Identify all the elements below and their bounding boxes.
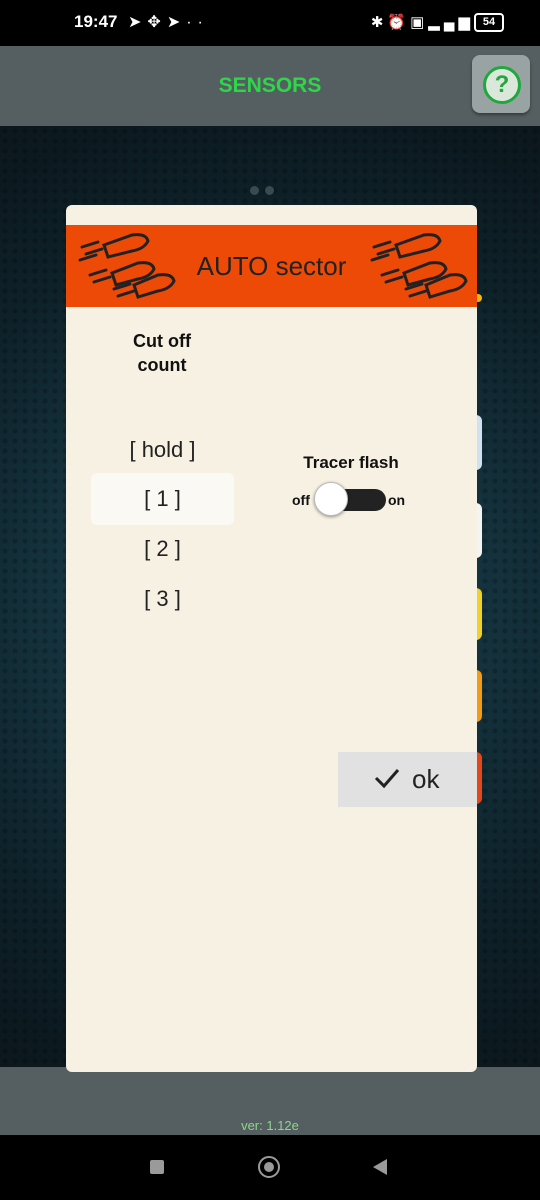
- ok-label: ok: [412, 764, 440, 794]
- bluetooth-icon: ✱: [370, 14, 388, 31]
- volte-icon: ▣: [410, 14, 429, 31]
- cutoff-option-2[interactable]: [ 2 ]: [91, 523, 234, 575]
- back-icon[interactable]: [373, 1159, 387, 1175]
- page-indicator: [250, 182, 280, 200]
- telegram-icon: ➤: [166, 14, 187, 31]
- help-button[interactable]: ?: [472, 55, 530, 113]
- checkmark-icon: [374, 769, 400, 789]
- question-icon: ?: [483, 66, 521, 104]
- status-time: 19:47: [74, 12, 118, 31]
- cutoff-option-hold[interactable]: [ hold ]: [91, 424, 234, 476]
- version-label: ver: 1.12e: [241, 1118, 299, 1133]
- pinwheel-icon: ✥: [147, 14, 167, 31]
- ok-button[interactable]: ok: [338, 752, 477, 807]
- toggle-knob[interactable]: [314, 482, 348, 516]
- toggle-on-label: on: [388, 492, 406, 508]
- cutoff-option-3[interactable]: [ 3 ]: [91, 573, 234, 625]
- dialog-header: AUTO sector: [66, 225, 477, 307]
- bullets-icon: [370, 233, 468, 299]
- home-icon[interactable]: [258, 1156, 280, 1178]
- telegram-icon: ➤: [128, 14, 148, 31]
- recents-icon[interactable]: [150, 1160, 164, 1174]
- battery-icon: 54: [474, 13, 504, 32]
- dots-icon: ··: [186, 14, 209, 31]
- cutoff-option-1[interactable]: [ 1 ]: [91, 473, 234, 525]
- status-bar: 19:47 ➤✥➤·· ✱⏰▣▂▄▆ 54: [0, 0, 540, 46]
- app-header: SENSORS ?: [0, 46, 540, 126]
- notification-icons: ➤✥➤··: [128, 12, 209, 32]
- tracer-flash-label: Tracer flash: [303, 453, 399, 472]
- 4g-signal-icon: ▂▄▆: [428, 14, 474, 31]
- page-title: SENSORS: [218, 74, 322, 97]
- navigation-bar: [0, 1135, 540, 1200]
- auto-sector-dialog: AUTO sector Cut off count [ hold ] [ 1 ]…: [66, 205, 477, 1072]
- toggle-off-label: off: [292, 492, 310, 508]
- cutoff-count-label: Cut off count: [133, 331, 191, 375]
- alarm-icon: ⏰: [387, 14, 411, 31]
- tracer-flash-toggle[interactable]: [314, 482, 386, 516]
- system-icons: ✱⏰▣▂▄▆: [371, 13, 474, 31]
